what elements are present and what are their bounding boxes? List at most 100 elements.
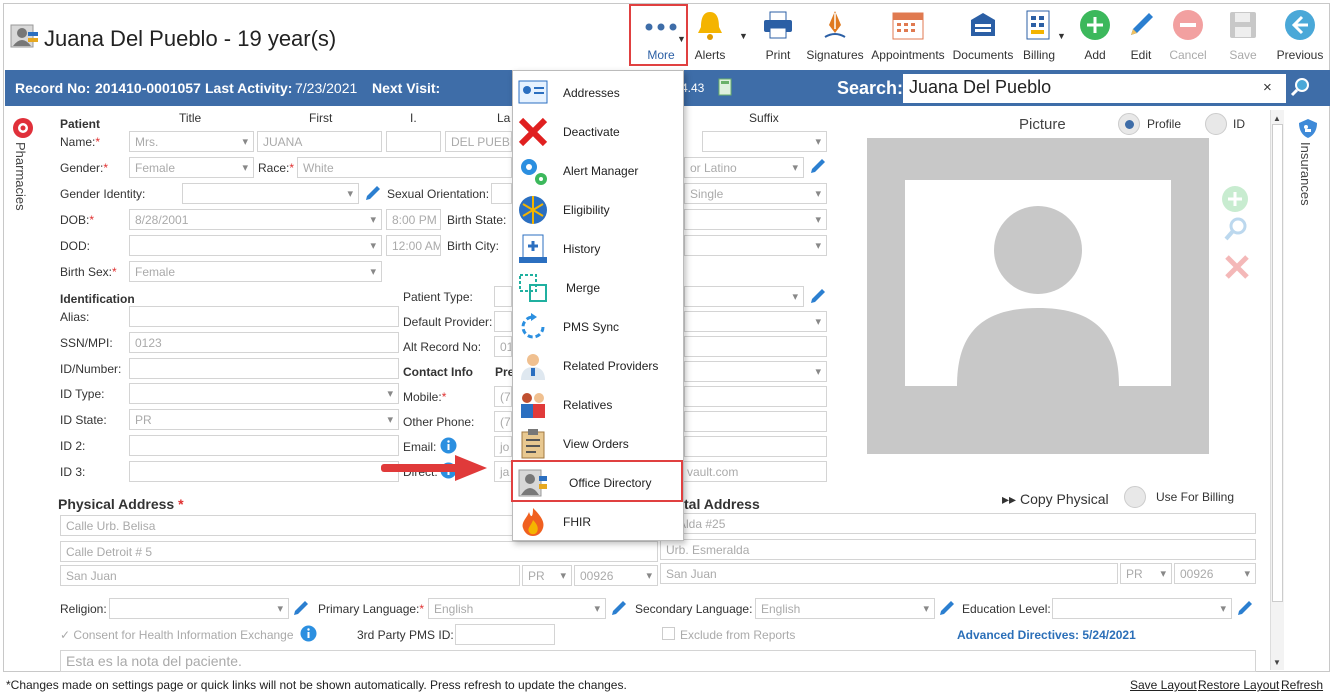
menu-item-pms-sync[interactable]: PMS Sync [513,307,683,346]
edit-secondary-language-pencil-icon[interactable] [938,599,956,617]
alerts-button[interactable]: Alerts [690,8,730,64]
menu-item-merge[interactable]: Merge [513,268,683,307]
other-phone-input[interactable]: (7 [494,411,512,432]
suffix-select[interactable] [702,131,827,152]
direct-input[interactable]: ja [494,461,512,482]
dob-time-input[interactable]: 8:00 PM [386,209,441,230]
id-state-select[interactable]: PR [129,409,399,430]
ssn-input[interactable]: 0123 [129,332,399,353]
gender-select[interactable]: Female [129,157,254,178]
birth-city-select[interactable] [684,235,827,256]
third-party-input[interactable] [455,624,555,645]
alt-record-input-end[interactable] [684,336,827,357]
postal-zip-select[interactable]: 00926 [1174,563,1256,584]
dob-input[interactable]: 8/28/2001 [129,209,382,230]
default-provider-select[interactable] [494,311,512,332]
birth-sex-select[interactable]: Female [129,261,382,282]
menu-item-view-orders[interactable]: View Orders [513,424,683,463]
edit-primary-language-pencil-icon[interactable] [610,599,628,617]
copy-physical-button[interactable]: ▸▸ Copy Physical [1002,491,1109,508]
search-input[interactable]: Juana Del Pueblo [903,74,1286,103]
clear-search-icon[interactable]: × [1263,79,1272,96]
alias-input[interactable] [129,306,399,327]
signatures-button[interactable]: Signatures [805,8,865,64]
postal-state-select[interactable]: PR [1120,563,1172,584]
exclude-checkbox[interactable] [662,627,675,640]
last-name-input[interactable]: DEL PUEBLO [445,131,512,152]
email-input[interactable]: jo [494,436,512,457]
physical-zip-select[interactable]: 00926 [574,565,658,586]
menu-item-addresses[interactable]: Addresses [513,73,683,112]
other-phone-input-end[interactable] [684,411,827,432]
vertical-scrollbar[interactable]: ▲ ▼ [1270,110,1284,670]
profile-radio[interactable] [1118,113,1140,135]
id2-input[interactable] [129,435,399,456]
dod-input[interactable] [129,235,382,256]
add-button[interactable]: Add [1074,8,1116,64]
insurances-icon[interactable] [1297,117,1319,139]
cancel-button[interactable]: Cancel [1166,8,1210,64]
patient-type-select-end[interactable] [684,286,804,307]
id-number-input[interactable] [129,358,399,379]
postal-line1-input[interactable]: le Alda #25 [660,513,1256,534]
edit-religion-pencil-icon[interactable] [292,599,310,617]
postal-line2-input[interactable]: Urb. Esmeralda [660,539,1256,560]
patient-type-select[interactable] [494,286,512,307]
email-input-end[interactable] [684,436,827,457]
save-layout-link[interactable]: Save Layout [1130,678,1197,692]
id-radio[interactable] [1205,113,1227,135]
pharmacies-tab[interactable]: Pharmacies [13,142,28,211]
search-icon[interactable] [1289,76,1311,101]
edit-ethnicity-pencil-icon[interactable] [809,157,827,175]
education-level-select[interactable] [1052,598,1232,619]
title-select[interactable]: Mrs. [129,131,254,152]
gender-identity-select[interactable] [182,183,359,204]
ethnicity-select[interactable]: or Latino [684,157,804,178]
scroll-up-icon[interactable]: ▲ [1273,114,1281,123]
sexual-orientation-select[interactable] [491,183,512,204]
previous-button[interactable]: Previous [1274,8,1326,64]
delete-picture-icon[interactable] [1223,253,1251,281]
id3-input[interactable] [129,461,399,482]
physical-city-input[interactable]: San Juan [60,565,520,586]
edit-patient-type-pencil-icon[interactable] [809,287,827,305]
email-info-icon[interactable] [440,437,457,454]
consent-info-icon[interactable] [300,625,317,642]
dod-time-input[interactable]: 12:00 AM [386,235,441,256]
menu-item-deactivate[interactable]: Deactivate [513,112,683,151]
race-select[interactable]: White [297,157,512,178]
preferred-contact-select[interactable] [684,361,827,382]
postal-city-input[interactable]: San Juan [660,563,1118,584]
edit-gender-identity-pencil-icon[interactable] [364,184,382,202]
menu-item-eligibility[interactable]: Eligibility [513,190,683,229]
appointments-button[interactable]: Appointments [868,8,948,64]
print-button[interactable]: Print [756,8,800,64]
consent-checkbox[interactable]: ✓ Consent for Health Information Exchang… [60,628,294,642]
default-provider-select-end[interactable] [684,311,827,332]
zoom-picture-icon[interactable] [1223,216,1249,242]
menu-item-history[interactable]: History [513,229,683,268]
pharmacies-icon[interactable] [12,117,34,139]
primary-language-select[interactable]: English [428,598,606,619]
menu-item-related-providers[interactable]: Related Providers [513,346,683,385]
edit-button[interactable]: Edit [1121,8,1161,64]
middle-initial-input[interactable] [386,131,441,152]
physical-state-select[interactable]: PR [522,565,572,586]
restore-layout-link[interactable]: Restore Layout [1198,678,1279,692]
billing-chevron-icon[interactable]: ▼ [1057,31,1066,41]
marital-status-select[interactable]: Single [684,183,827,204]
scroll-down-icon[interactable]: ▼ [1273,658,1281,667]
insurances-tab[interactable]: Insurances [1298,142,1313,206]
menu-item-relatives[interactable]: Relatives [513,385,683,424]
add-picture-icon[interactable] [1221,185,1249,213]
mobile-input[interactable]: (7 [494,386,512,407]
documents-button[interactable]: Documents [950,8,1016,64]
alt-record-input[interactable]: 01 [494,336,512,357]
religion-select[interactable] [109,598,289,619]
scrollbar-thumb[interactable] [1272,124,1283,602]
calculator-icon[interactable] [717,78,733,99]
secondary-language-select[interactable]: English [755,598,935,619]
birth-state-select[interactable] [684,209,827,230]
direct-input-end[interactable]: vault.com [681,461,827,482]
first-name-input[interactable]: JUANA [257,131,382,152]
